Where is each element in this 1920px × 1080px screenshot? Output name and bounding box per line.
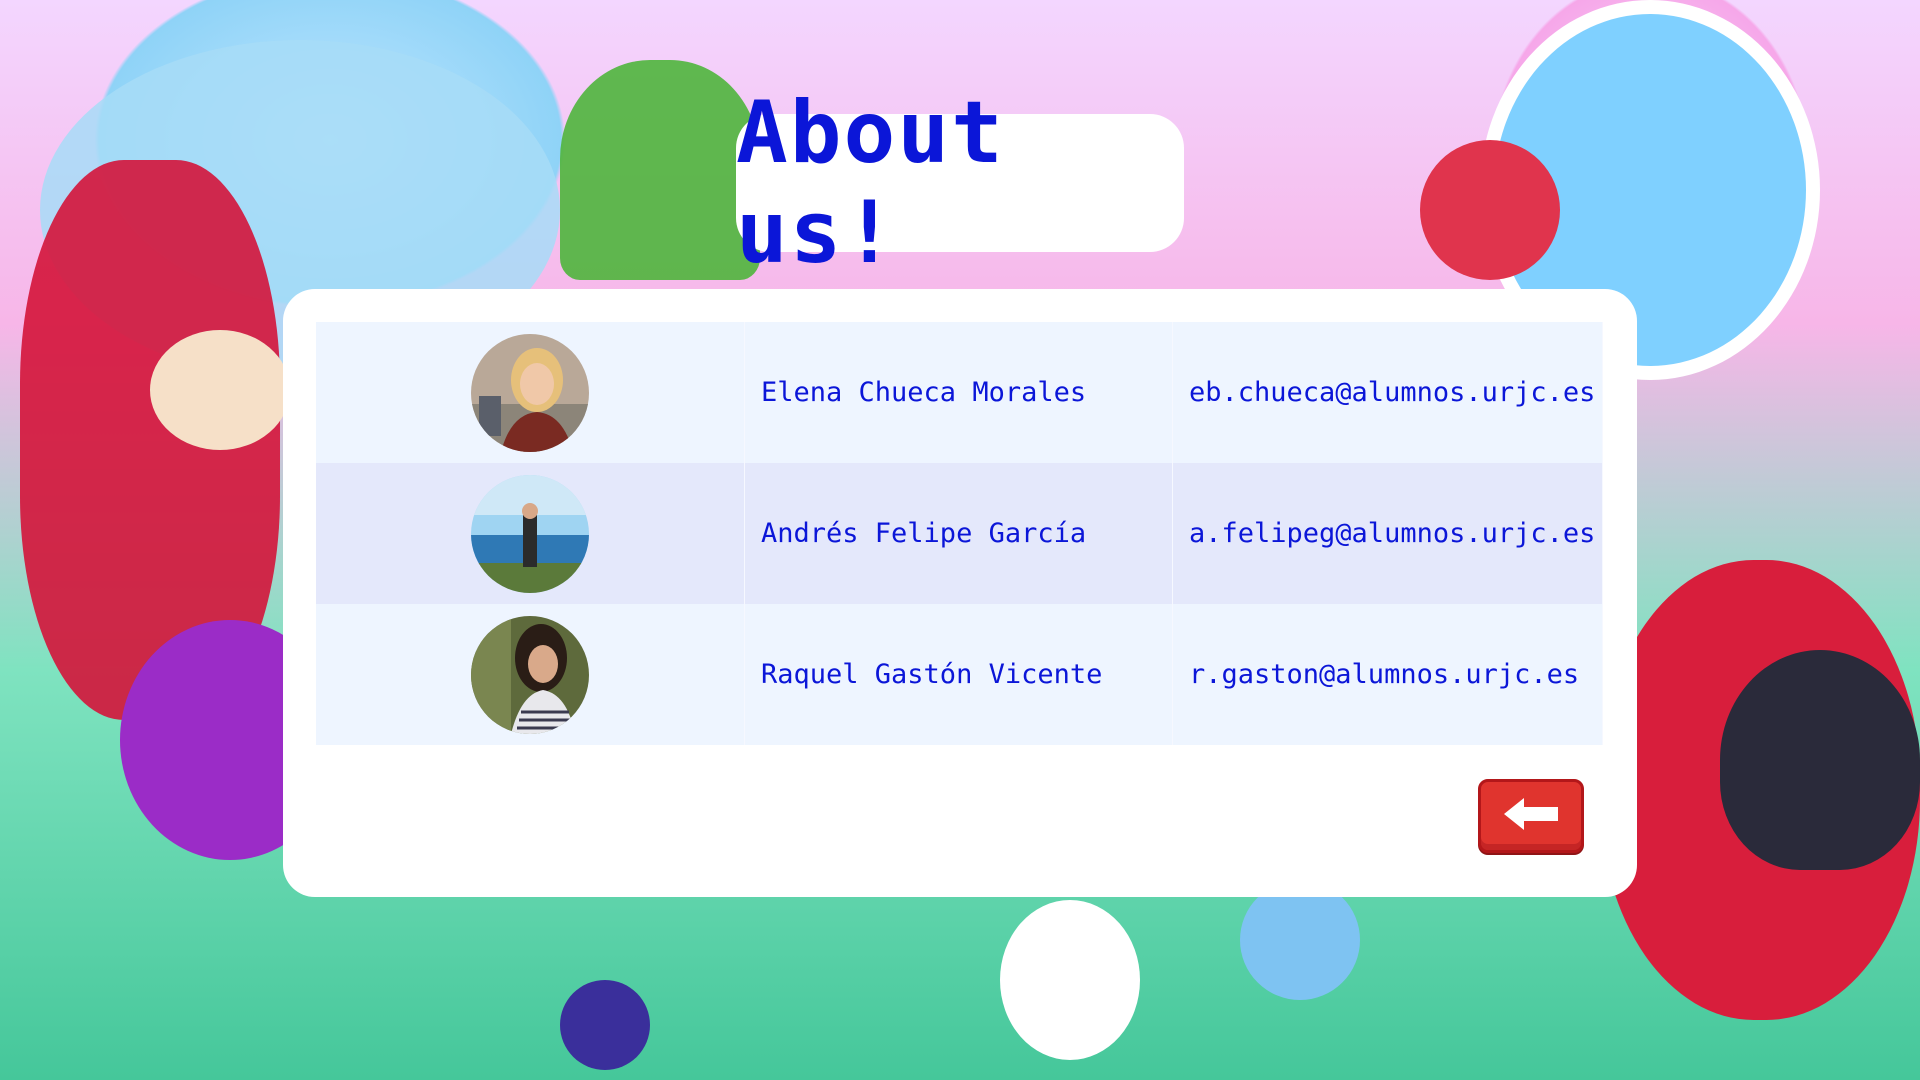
team-panel: Elena Chueca Morales eb.chueca@alumnos.u… <box>283 289 1637 897</box>
member-name: Raquel Gastón Vicente <box>744 604 1173 745</box>
arrow-left-icon <box>1502 796 1560 836</box>
photo-cell <box>316 604 745 745</box>
team-table: Elena Chueca Morales eb.chueca@alumnos.u… <box>316 322 1603 745</box>
table-row: Raquel Gastón Vicente r.gaston@alumnos.u… <box>316 604 1603 745</box>
avatar <box>471 333 589 452</box>
avatar <box>471 474 589 593</box>
member-name: Elena Chueca Morales <box>744 322 1173 463</box>
member-name: Andrés Felipe García <box>744 463 1173 604</box>
photo-cell <box>316 463 745 604</box>
member-email: a.felipeg@alumnos.urjc.es <box>1172 463 1603 604</box>
avatar <box>471 615 589 734</box>
back-button[interactable] <box>1478 779 1584 853</box>
table-row: Elena Chueca Morales eb.chueca@alumnos.u… <box>316 322 1603 463</box>
photo-cell <box>316 322 745 463</box>
member-email: eb.chueca@alumnos.urjc.es <box>1172 322 1603 463</box>
table-row: Andrés Felipe García a.felipeg@alumnos.u… <box>316 463 1603 604</box>
title-banner: About us! <box>736 83 1184 283</box>
page-title: About us! <box>736 83 1005 283</box>
member-email: r.gaston@alumnos.urjc.es <box>1172 604 1603 745</box>
